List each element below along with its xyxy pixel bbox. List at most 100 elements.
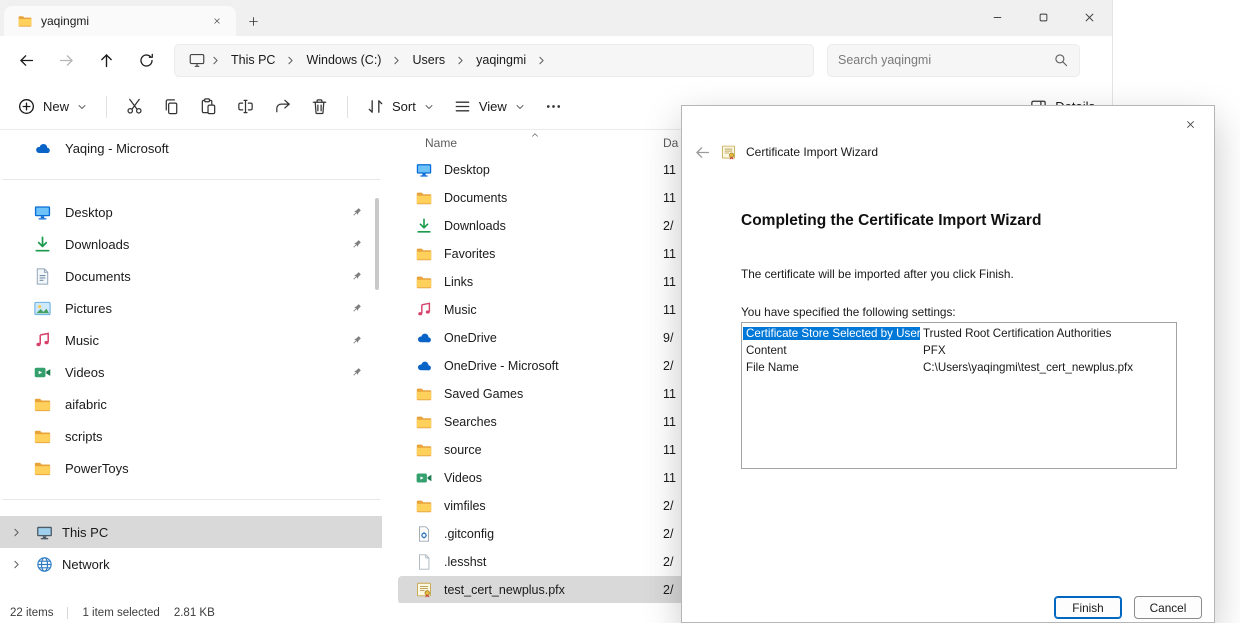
cancel-button[interactable]: Cancel	[1134, 596, 1202, 619]
certificate-icon	[415, 581, 433, 599]
file-name: Documents	[444, 191, 507, 205]
sidebar-item-scripts[interactable]: scripts	[6, 420, 376, 452]
setting-value: C:\Users\yaqingmi\test_cert_newplus.pfx	[920, 361, 1133, 374]
music-icon	[415, 301, 433, 319]
delete-button[interactable]	[301, 89, 338, 125]
pin-icon	[350, 366, 363, 379]
sidebar-item-this-pc[interactable]: This PC	[0, 516, 382, 548]
finish-button[interactable]: Finish	[1054, 596, 1122, 619]
file-name: Favorites	[444, 247, 495, 261]
new-button[interactable]: New	[8, 89, 97, 125]
share-button[interactable]	[264, 89, 301, 125]
sidebar-item-label: PowerToys	[65, 461, 129, 476]
folder-icon	[33, 459, 52, 478]
more-options-button[interactable]	[535, 89, 572, 125]
explorer-tab[interactable]: yaqingmi	[4, 6, 236, 36]
breadcrumb-item-windows-c[interactable]: Windows (C:)	[297, 45, 390, 76]
new-item-icon	[17, 97, 36, 116]
file-date: 2/	[663, 219, 673, 233]
search-input[interactable]	[838, 53, 1053, 67]
sidebar-item-aifabric[interactable]: aifabric	[6, 388, 376, 420]
dialog-back-icon[interactable]	[694, 144, 711, 161]
rename-button[interactable]	[227, 89, 264, 125]
sort-icon	[366, 97, 385, 116]
chevron-right-icon[interactable]	[209, 54, 222, 67]
sidebar-quick-list: DesktopDownloadsDocumentsPicturesMusic Vi…	[0, 196, 382, 484]
sidebar-item-videos[interactable]: Videos	[6, 356, 376, 388]
refresh-button[interactable]	[126, 42, 166, 78]
chevron-right-icon[interactable]	[10, 526, 23, 539]
chevron-right-icon[interactable]	[535, 54, 548, 67]
this-pc-icon	[188, 51, 206, 69]
setting-row-file-name[interactable]: File NameC:\Users\yaqingmi\test_cert_new…	[743, 359, 1176, 376]
sidebar-item-documents[interactable]: Documents	[6, 260, 376, 292]
paste-button[interactable]	[190, 89, 227, 125]
file-name: Downloads	[444, 219, 506, 233]
copy-button[interactable]	[153, 89, 190, 125]
sidebar-divider	[2, 499, 380, 500]
video-icon	[33, 363, 52, 382]
settings-list[interactable]: Certificate Store Selected by UserTruste…	[741, 322, 1177, 469]
pin-icon	[350, 238, 363, 251]
breadcrumb-item-this-pc[interactable]: This PC	[222, 45, 284, 76]
maximize-button[interactable]	[1020, 0, 1066, 34]
sidebar-item-network[interactable]: Network	[0, 548, 382, 580]
up-button[interactable]	[86, 42, 126, 78]
breadcrumb: This PC Windows (C:) Users yaqingmi	[222, 45, 548, 76]
sidebar-scrollbar[interactable]	[375, 198, 379, 290]
chevron-right-icon[interactable]	[454, 54, 467, 67]
breadcrumb-item-yaqingmi[interactable]: yaqingmi	[467, 45, 535, 76]
sort-button[interactable]: Sort	[357, 89, 444, 125]
chevron-down-icon	[514, 101, 526, 113]
cut-button[interactable]	[116, 89, 153, 125]
certificate-import-wizard-dialog: Certificate Import Wizard Completing the…	[681, 105, 1215, 623]
certificate-wizard-icon	[720, 144, 737, 161]
sidebar-item-downloads[interactable]: Downloads	[6, 228, 376, 260]
file-date: 11	[663, 163, 676, 177]
folder-icon	[33, 395, 52, 414]
setting-value: PFX	[920, 344, 946, 357]
sidebar-item-desktop[interactable]: Desktop	[6, 196, 376, 228]
setting-row-content[interactable]: ContentPFX	[743, 342, 1176, 359]
new-tab-button[interactable]	[236, 6, 270, 36]
sidebar-item-label: Videos	[65, 365, 105, 380]
setting-row-certificate-store-selected-by-user[interactable]: Certificate Store Selected by UserTruste…	[743, 325, 1176, 342]
view-button[interactable]: View	[444, 89, 535, 125]
share-icon	[273, 97, 292, 116]
minimize-button[interactable]	[974, 0, 1020, 34]
tab-close-icon[interactable]	[206, 11, 228, 31]
pin-icon	[350, 206, 363, 219]
sidebar-item-music[interactable]: Music	[6, 324, 376, 356]
column-header-name[interactable]: Name	[398, 136, 457, 150]
sidebar-item-powertoys[interactable]: PowerToys	[6, 452, 376, 484]
dialog-close-button[interactable]	[1169, 109, 1211, 139]
network-icon	[35, 555, 54, 574]
back-button[interactable]	[6, 42, 46, 78]
desktop-icon	[415, 161, 433, 179]
file-date: 11	[663, 443, 676, 457]
close-button[interactable]	[1066, 0, 1112, 34]
desktop-icon	[33, 203, 52, 222]
search-box[interactable]	[827, 44, 1080, 77]
address-bar[interactable]: This PC Windows (C:) Users yaqingmi	[174, 44, 814, 77]
chevron-right-icon[interactable]	[10, 558, 23, 571]
sidebar-item-pictures[interactable]: Pictures	[6, 292, 376, 324]
column-header-date[interactable]: Da	[663, 136, 678, 150]
sidebar: Yaqing - Microsoft DesktopDownloadsDocum…	[0, 130, 382, 603]
chevron-right-icon[interactable]	[390, 54, 403, 67]
setting-value: Trusted Root Certification Authorities	[920, 327, 1111, 340]
window-controls	[974, 0, 1112, 34]
breadcrumb-item-users[interactable]: Users	[403, 45, 454, 76]
file-date: 11	[663, 275, 676, 289]
file-icon	[415, 553, 433, 571]
onedrive-cloud-icon	[33, 139, 52, 158]
setting-key: File Name	[743, 361, 920, 374]
picture-icon	[33, 299, 52, 318]
folder-icon	[415, 189, 433, 207]
forward-button[interactable]	[46, 42, 86, 78]
sidebar-item-label: This PC	[62, 525, 108, 540]
chevron-right-icon[interactable]	[284, 54, 297, 67]
sidebar-item-yaqing-microsoft[interactable]: Yaqing - Microsoft	[6, 132, 376, 164]
status-divider	[67, 607, 68, 619]
rename-icon	[236, 97, 255, 116]
